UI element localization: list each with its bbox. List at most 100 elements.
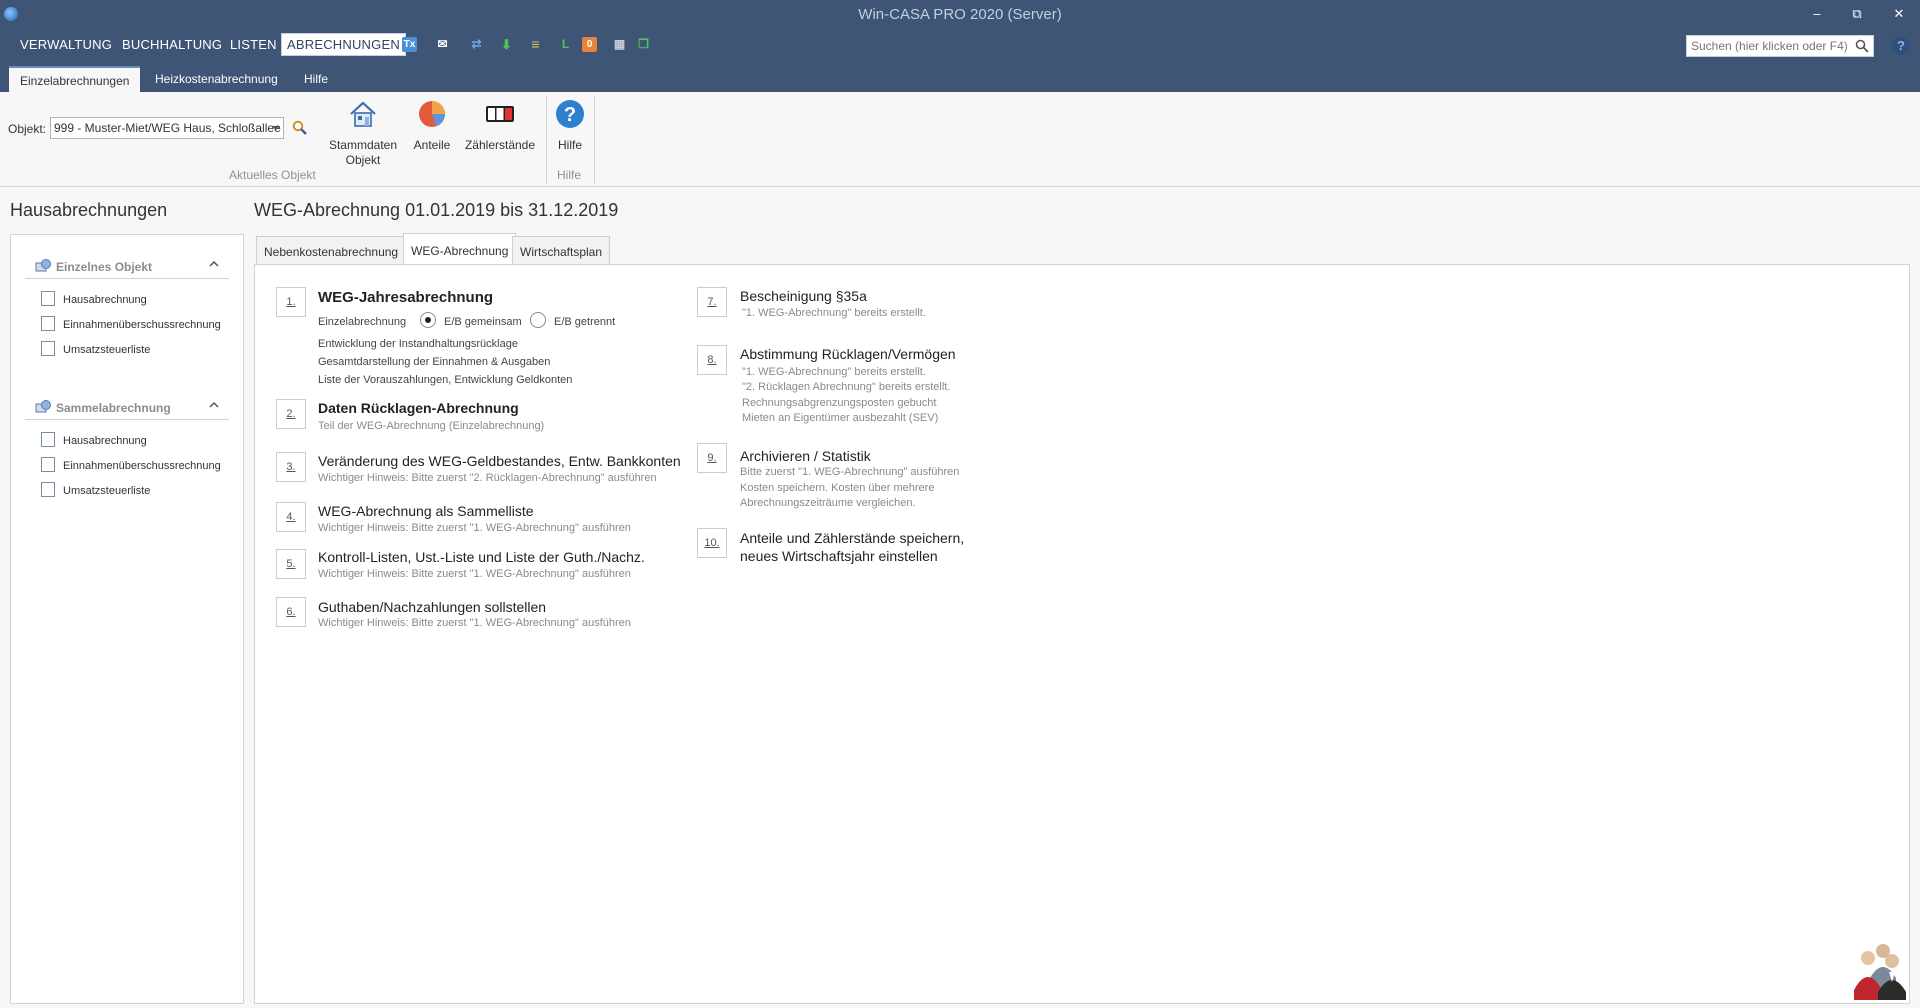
tab-einzelabrechnungen[interactable]: Einzelabrechnungen [9, 66, 141, 92]
global-search[interactable] [1686, 35, 1874, 57]
step-4-button[interactable]: 4. [276, 502, 306, 532]
stammdaten-label-1: Stammdaten [328, 138, 398, 152]
question-icon: ? [556, 100, 584, 128]
section-einzelnes-objekt[interactable]: Einzelnes Objekt [25, 251, 229, 279]
step-6-button[interactable]: 6. [276, 597, 306, 627]
menu-abrechnungen[interactable]: ABRECHNUNGEN [281, 33, 406, 56]
menu-buchhaltung[interactable]: BUCHHALTUNG [122, 37, 222, 52]
einzelabrechnung-label: Einzelabrechnung [318, 316, 407, 328]
ribbon-divider [594, 96, 595, 184]
radio-eb-getrennt-label[interactable]: E/B getrennt [554, 316, 615, 328]
help-icon[interactable]: ? [1892, 37, 1910, 55]
object-select[interactable]: 999 - Muster-Miet/WEG Haus, Schloßallee [50, 117, 284, 139]
menu-bar: VERWALTUNG BUCHHALTUNG LISTEN ABRECHNUNG… [0, 28, 1920, 62]
window-title: Win-CASA PRO 2020 (Server) [858, 6, 1062, 23]
step-3-note: Wichtiger Hinweis: Bitte zuerst "2. Rück… [318, 472, 657, 484]
documents-icon [41, 457, 55, 472]
hilfe-label: Hilfe [557, 138, 582, 152]
step-6-title[interactable]: Guthaben/Nachzahlungen sollstellen [318, 599, 546, 615]
calculator-icon[interactable]: ▦ [612, 37, 627, 52]
zaehlerstaende-button[interactable]: Zählerstände [464, 98, 536, 153]
step-2-title[interactable]: Daten Rücklagen-Abrechnung [318, 400, 519, 416]
step-4-title[interactable]: WEG-Abrechnung als Sammelliste [318, 503, 534, 519]
close-button[interactable]: ✕ [1884, 4, 1914, 24]
main-panel: 1. WEG-Jahresabrechnung Einzelabrechnung… [254, 264, 1910, 1004]
counter-icon [486, 106, 514, 122]
step-6-note: Wichtiger Hinweis: Bitte zuerst "1. WEG-… [318, 617, 631, 629]
step-7-title[interactable]: Bescheinigung §35a [740, 288, 867, 304]
tx-icon[interactable]: Tx [402, 37, 417, 52]
step-8-title[interactable]: Abstimmung Rücklagen/Vermögen [740, 346, 956, 362]
object-label: Objekt: [8, 122, 47, 136]
download-icon[interactable]: ⬇ [499, 37, 514, 52]
step-8-note: Mieten an Eigentümer ausbezahlt (SEV) [742, 412, 939, 424]
house-icon [350, 101, 376, 127]
tab-heizkostenabrechnung[interactable]: Heizkostenabrechnung [144, 66, 289, 92]
step-9-button[interactable]: 9. [697, 443, 727, 473]
tab-wirtschaftsplan[interactable]: Wirtschaftsplan [512, 236, 611, 264]
section-sammelabrechnung[interactable]: Sammelabrechnung [25, 392, 229, 420]
tab-nebenkostenabrechnung[interactable]: Nebenkostenabrechnung [256, 236, 407, 264]
document-icon [41, 341, 55, 356]
step-10-title-line-1[interactable]: Anteile und Zählerstände speichern, [740, 530, 964, 546]
documents-icon [41, 482, 55, 497]
left-panel: Einzelnes Objekt Hausabrechnung Einnahme… [10, 234, 244, 1004]
o-icon[interactable]: 0 [582, 37, 597, 52]
mail-icon[interactable]: ✉ [435, 37, 450, 52]
search-input[interactable] [1687, 36, 1847, 56]
object-select-value: 999 - Muster-Miet/WEG Haus, Schloßallee [54, 121, 281, 135]
step-2-button[interactable]: 2. [276, 399, 306, 429]
ribbon-tab-bar: Einzelabrechnungen Heizkostenabrechnung … [0, 62, 1920, 92]
chevron-down-icon[interactable] [272, 126, 280, 130]
pie-chart-icon [419, 101, 446, 127]
svg-text:?: ? [564, 104, 576, 126]
menu-listen[interactable]: LISTEN [230, 37, 277, 52]
search-icon[interactable] [1855, 39, 1869, 53]
step-10-button[interactable]: 10. [697, 528, 727, 558]
step-7-button[interactable]: 7. [697, 287, 727, 317]
step-8-note: "2. Rücklagen Abrechnung" bereits erstel… [742, 381, 951, 393]
minimize-button[interactable]: – [1802, 4, 1832, 24]
nav-item-label: Umsatzsteuerliste [63, 485, 151, 497]
step-9-title[interactable]: Archivieren / Statistik [740, 448, 871, 464]
section-label: Sammelabrechnung [56, 401, 171, 415]
step-8-button[interactable]: 8. [697, 345, 727, 375]
l-icon[interactable]: L [558, 37, 573, 52]
step-1-button[interactable]: 1. [276, 287, 306, 317]
hilfe-button[interactable]: ? Hilfe [552, 98, 588, 153]
copy-icon[interactable]: ❐ [636, 37, 651, 52]
users-group-icon [1854, 944, 1906, 1000]
chevron-up-icon[interactable] [209, 400, 219, 410]
tab-hilfe[interactable]: Hilfe [293, 66, 339, 92]
step-8-note: Rechnungsabgrenzungsposten gebucht [742, 397, 937, 409]
restore-button[interactable]: ⧉ [1842, 4, 1872, 24]
step-3-button[interactable]: 3. [276, 452, 306, 482]
stammdaten-objekt-button[interactable]: Stammdaten Objekt [326, 98, 400, 168]
nav-item-label: Einnahmenüberschussrechnung [63, 460, 221, 472]
radio-eb-gemeinsam[interactable] [420, 312, 436, 328]
tab-weg-abrechnung[interactable]: WEG-Abrechnung [403, 233, 517, 265]
menu-verwaltung[interactable]: VERWALTUNG [20, 37, 112, 52]
building-icon [35, 400, 51, 413]
step-3-title[interactable]: Veränderung des WEG-Geldbestandes, Entw.… [318, 453, 681, 469]
chevron-up-icon[interactable] [209, 259, 219, 269]
step-10-title-line-2[interactable]: neues Wirtschaftsjahr einstellen [740, 548, 938, 564]
step-5-button[interactable]: 5. [276, 549, 306, 579]
find-object-icon[interactable] [292, 120, 308, 136]
step-8-note: "1. WEG-Abrechnung" bereits erstellt. [742, 366, 926, 378]
radio-eb-getrennt[interactable] [530, 312, 546, 328]
step-1-title[interactable]: WEG-Jahresabrechnung [318, 289, 493, 306]
step-5-title[interactable]: Kontroll-Listen, Ust.-Liste und Liste de… [318, 549, 645, 565]
list-icon[interactable]: ≡ [528, 37, 543, 52]
transfer-icon[interactable]: ⇄ [469, 37, 484, 52]
nav-item-label: Umsatzsteuerliste [63, 344, 151, 356]
radio-eb-gemeinsam-label[interactable]: E/B gemeinsam [444, 316, 522, 328]
group-hilfe: Hilfe [557, 168, 582, 182]
left-panel-title: Hausabrechnungen [10, 200, 168, 220]
documents-icon [41, 432, 55, 447]
step-2-note: Teil der WEG-Abrechnung (Einzelabrechnun… [318, 420, 545, 432]
ribbon: Objekt: 999 - Muster-Miet/WEG Haus, Schl… [0, 92, 1920, 187]
title-bar: Win-CASA PRO 2020 (Server) – ⧉ ✕ [0, 0, 1920, 28]
anteile-button[interactable]: Anteile [410, 98, 454, 153]
step-9-note: Bitte zuerst "1. WEG-Abrechnung" ausführ… [740, 466, 960, 478]
